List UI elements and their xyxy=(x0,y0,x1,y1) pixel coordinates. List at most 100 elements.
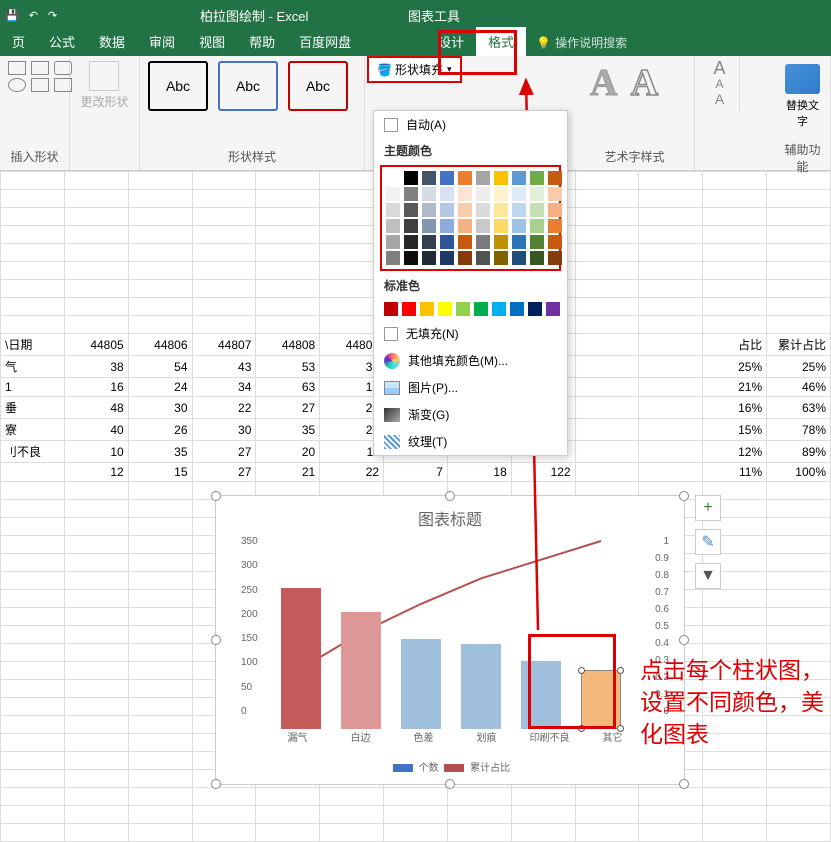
color-swatch[interactable] xyxy=(422,171,436,185)
color-swatch[interactable] xyxy=(440,187,454,201)
color-swatch[interactable] xyxy=(494,171,508,185)
color-swatch[interactable] xyxy=(422,187,436,201)
resize-handle[interactable] xyxy=(445,779,455,789)
shape-style-1[interactable]: Abc xyxy=(148,61,208,111)
fill-gradient[interactable]: 渐变(G) xyxy=(374,401,567,428)
color-swatch[interactable] xyxy=(494,203,508,217)
chart-bar[interactable] xyxy=(341,612,381,729)
color-swatch[interactable] xyxy=(510,302,524,316)
color-swatch[interactable] xyxy=(458,219,472,233)
tab-home[interactable]: 页 xyxy=(0,27,37,56)
color-swatch[interactable] xyxy=(512,187,526,201)
wordart-style-1[interactable]: A xyxy=(590,61,617,105)
color-swatch[interactable] xyxy=(386,203,400,217)
color-swatch[interactable] xyxy=(494,219,508,233)
color-swatch[interactable] xyxy=(548,203,562,217)
color-swatch[interactable] xyxy=(404,187,418,201)
color-swatch[interactable] xyxy=(440,235,454,249)
color-swatch[interactable] xyxy=(422,219,436,233)
tab-review[interactable]: 审阅 xyxy=(137,27,187,56)
color-swatch[interactable] xyxy=(530,203,544,217)
alt-text-icon[interactable] xyxy=(785,64,820,94)
color-swatch[interactable] xyxy=(530,235,544,249)
color-swatch[interactable] xyxy=(440,251,454,265)
color-swatch[interactable] xyxy=(492,302,506,316)
color-swatch[interactable] xyxy=(386,251,400,265)
color-swatch[interactable] xyxy=(386,219,400,233)
color-swatch[interactable] xyxy=(404,171,418,185)
color-swatch[interactable] xyxy=(512,251,526,265)
chart-bar[interactable] xyxy=(461,644,501,729)
chart-bar[interactable] xyxy=(521,661,561,729)
resize-handle[interactable] xyxy=(211,491,221,501)
color-swatch[interactable] xyxy=(530,219,544,233)
save-icon[interactable]: 💾 xyxy=(5,9,19,22)
color-swatch[interactable] xyxy=(386,235,400,249)
fill-picture[interactable]: 图片(P)... xyxy=(374,374,567,401)
chart-title[interactable]: 图表标题 xyxy=(216,506,684,530)
color-swatch[interactable] xyxy=(422,251,436,265)
chart-x-axis[interactable]: 漏气白边色差划痕印刷不良其它 xyxy=(266,729,644,744)
color-swatch[interactable] xyxy=(402,302,416,316)
fill-none[interactable]: 无填充(N) xyxy=(374,320,567,347)
color-swatch[interactable] xyxy=(404,251,418,265)
color-swatch[interactable] xyxy=(548,235,562,249)
tab-format[interactable]: 格式 xyxy=(476,27,526,56)
shape-style-2[interactable]: Abc xyxy=(218,61,278,111)
color-swatch[interactable] xyxy=(476,251,490,265)
resize-handle[interactable] xyxy=(679,491,689,501)
resize-handle[interactable] xyxy=(211,779,221,789)
color-swatch[interactable] xyxy=(458,187,472,201)
chart-style-button[interactable]: ✎ xyxy=(695,529,721,555)
color-swatch[interactable] xyxy=(530,187,544,201)
color-swatch[interactable] xyxy=(548,187,562,201)
search-help[interactable]: 💡 操作说明搜索 xyxy=(526,29,637,56)
color-swatch[interactable] xyxy=(438,302,452,316)
color-swatch[interactable] xyxy=(476,171,490,185)
color-swatch[interactable] xyxy=(494,235,508,249)
resize-handle[interactable] xyxy=(679,635,689,645)
color-swatch[interactable] xyxy=(440,219,454,233)
color-swatch[interactable] xyxy=(422,235,436,249)
resize-handle[interactable] xyxy=(445,491,455,501)
chart-legend[interactable]: 个数 累计占比 xyxy=(216,759,684,774)
color-swatch[interactable] xyxy=(386,171,400,185)
shape-style-3[interactable]: Abc xyxy=(288,61,348,111)
tab-help[interactable]: 帮助 xyxy=(237,27,287,56)
color-swatch[interactable] xyxy=(384,302,398,316)
chart-bar[interactable] xyxy=(401,639,441,729)
chart-filter-button[interactable]: ▼ xyxy=(695,563,721,589)
color-swatch[interactable] xyxy=(458,251,472,265)
color-swatch[interactable] xyxy=(548,251,562,265)
color-swatch[interactable] xyxy=(458,171,472,185)
fill-texture[interactable]: 纹理(T) xyxy=(374,428,567,455)
color-swatch[interactable] xyxy=(458,203,472,217)
redo-icon[interactable]: ↷ xyxy=(48,9,57,22)
color-swatch[interactable] xyxy=(548,219,562,233)
tab-design[interactable]: 设计 xyxy=(426,27,476,56)
shape-fill-button[interactable]: 🪣 形状填充 ▾ xyxy=(367,56,462,83)
color-swatch[interactable] xyxy=(512,203,526,217)
resize-handle[interactable] xyxy=(679,779,689,789)
chart-bar[interactable] xyxy=(581,670,621,729)
color-swatch[interactable] xyxy=(530,251,544,265)
color-swatch[interactable] xyxy=(474,302,488,316)
color-swatch[interactable] xyxy=(456,302,470,316)
color-swatch[interactable] xyxy=(404,219,418,233)
color-swatch[interactable] xyxy=(420,302,434,316)
color-swatch[interactable] xyxy=(386,187,400,201)
color-swatch[interactable] xyxy=(404,235,418,249)
chart-bar[interactable] xyxy=(281,588,321,729)
color-swatch[interactable] xyxy=(512,171,526,185)
color-swatch[interactable] xyxy=(440,203,454,217)
chart-plot-area[interactable] xyxy=(266,541,644,729)
tab-view[interactable]: 视图 xyxy=(187,27,237,56)
color-swatch[interactable] xyxy=(458,235,472,249)
color-swatch[interactable] xyxy=(476,187,490,201)
shape-gallery[interactable] xyxy=(8,61,61,92)
resize-handle[interactable] xyxy=(211,635,221,645)
tab-formula[interactable]: 公式 xyxy=(37,27,87,56)
color-swatch[interactable] xyxy=(404,203,418,217)
shape-style-gallery[interactable]: Abc Abc Abc xyxy=(148,61,356,111)
color-swatch[interactable] xyxy=(476,219,490,233)
